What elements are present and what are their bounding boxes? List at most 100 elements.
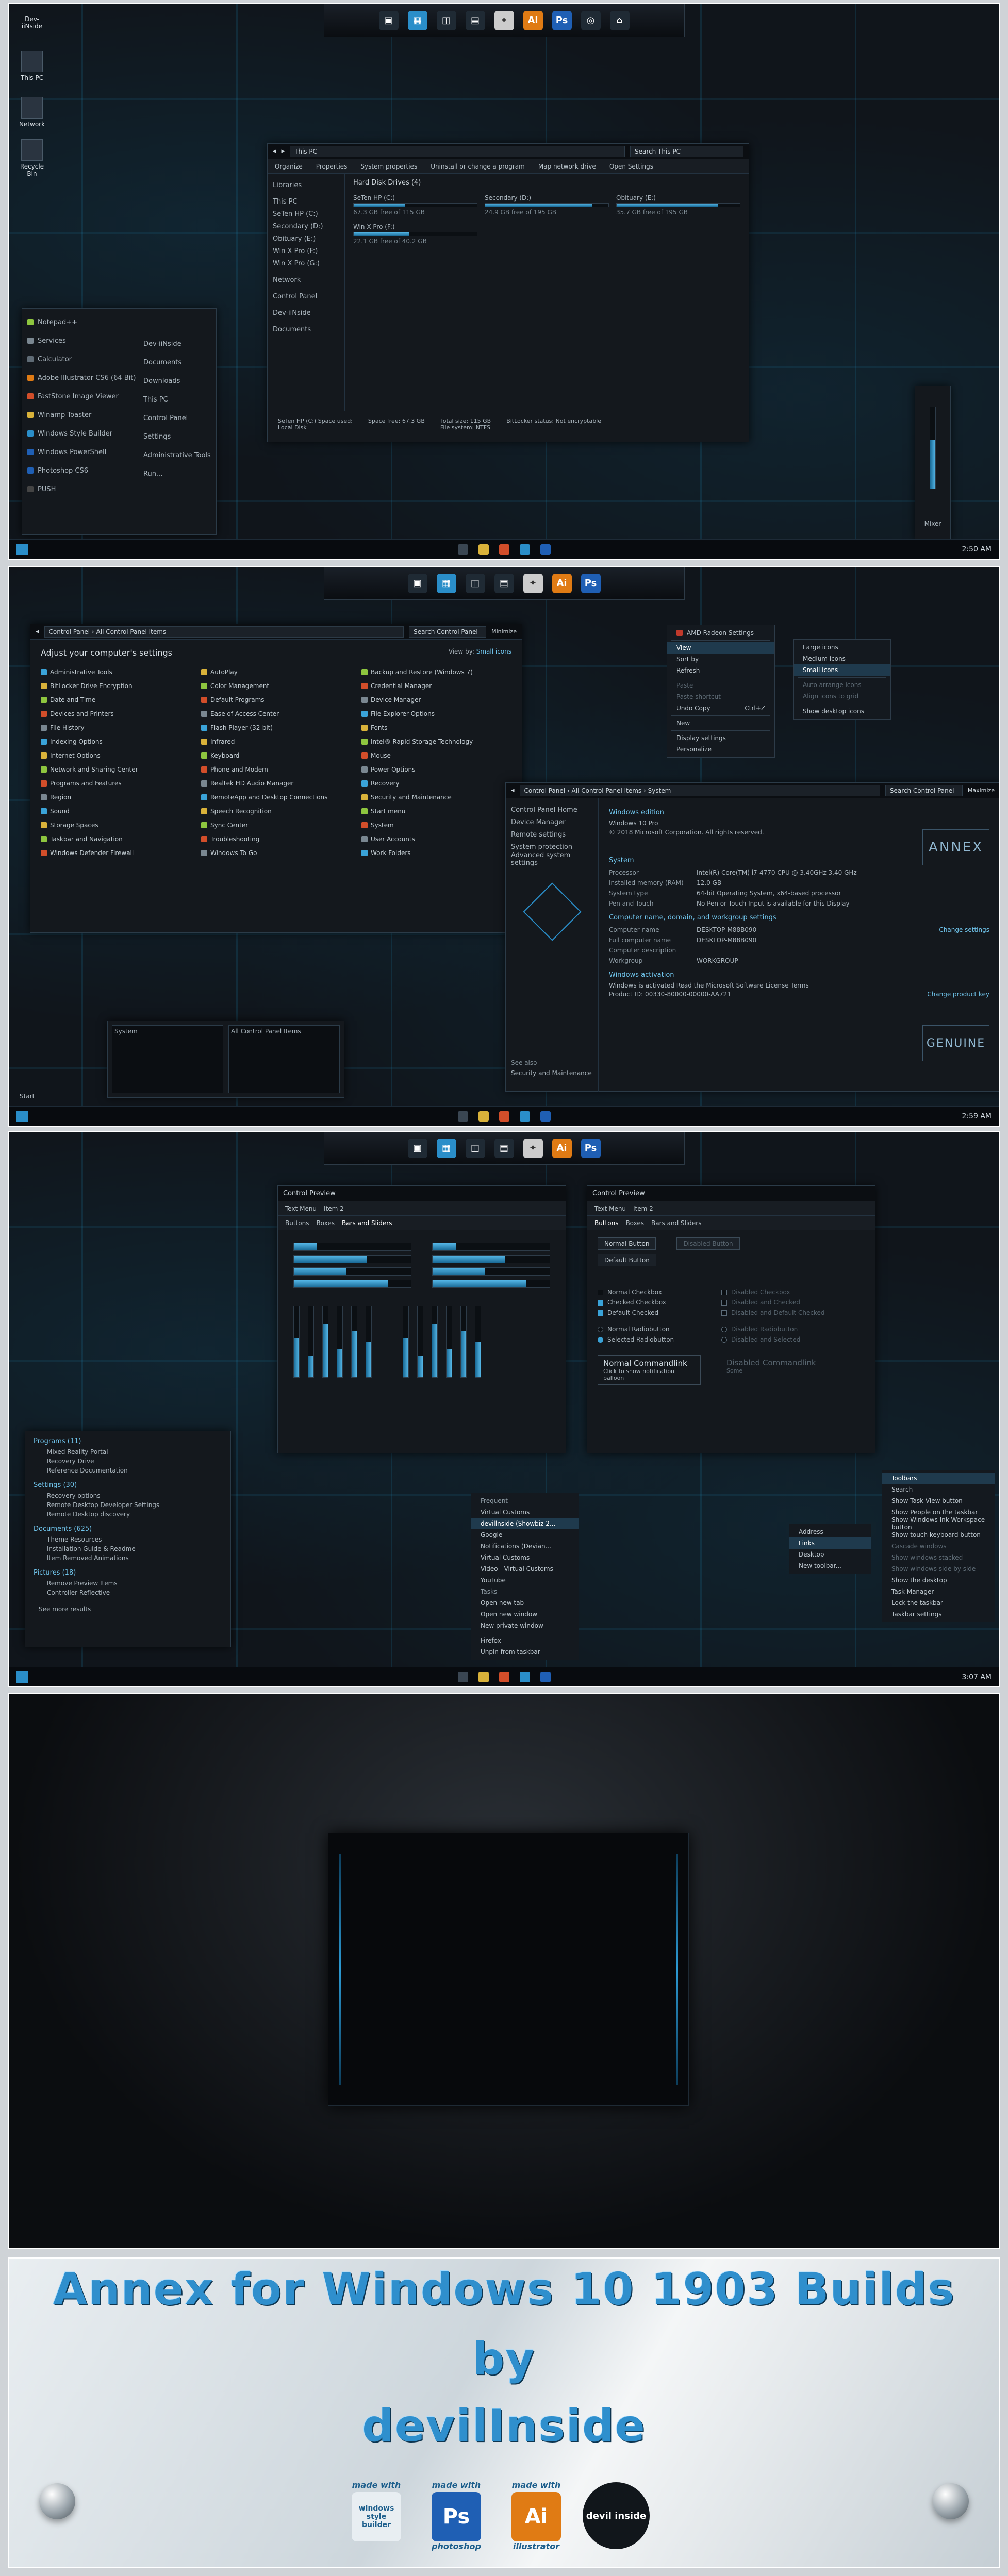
dock-icon-5[interactable]: ✦: [523, 573, 543, 593]
vertical-slider[interactable]: [308, 1306, 314, 1378]
taskbar-app[interactable]: [457, 1111, 468, 1122]
jumplist-item[interactable]: Virtual Customs: [471, 1552, 579, 1563]
menu-item-personalize[interactable]: Personalize: [667, 744, 774, 755]
nav-back-icon[interactable]: ◂: [273, 147, 276, 155]
submenu-item[interactable]: Align icons to grid: [794, 691, 890, 702]
taskbar-app[interactable]: [499, 544, 509, 555]
checkbox[interactable]: Normal Checkbox: [598, 1287, 701, 1297]
cp-item[interactable]: Infrared: [201, 735, 351, 747]
menu-item-paste[interactable]: Paste: [667, 680, 774, 691]
nav-item[interactable]: Dev-iiNside: [268, 307, 344, 319]
dock-icon-2[interactable]: ▦: [407, 10, 427, 30]
start-item[interactable]: Windows PowerShell: [22, 443, 138, 461]
jumplist-task[interactable]: Open new tab: [471, 1597, 579, 1609]
drive-tile[interactable]: Win X Pro (F:) 22.1 GB free of 40.2 GB: [353, 223, 477, 245]
cp-item[interactable]: AutoPlay: [201, 666, 351, 678]
nav-item[interactable]: Network: [268, 274, 344, 286]
vertical-slider[interactable]: [446, 1306, 452, 1378]
dock-icon-1[interactable]: ▣: [407, 1138, 427, 1158]
start-link[interactable]: Administrative Tools: [138, 446, 216, 464]
side-link[interactable]: Device Manager: [506, 816, 598, 828]
start-button[interactable]: [16, 1110, 28, 1122]
vertical-slider[interactable]: [475, 1306, 481, 1378]
cp-item[interactable]: Devices and Printers: [41, 708, 191, 720]
photoshop-icon[interactable]: Ps: [581, 573, 601, 593]
menu-item-display[interactable]: Display settings: [667, 732, 774, 744]
ribbon-map-drive[interactable]: Map network drive: [538, 163, 596, 170]
result-item[interactable]: Installation Guide & Readme: [34, 1545, 222, 1554]
submenu-item[interactable]: Small icons: [794, 664, 890, 676]
start-item[interactable]: Windows Style Builder: [22, 424, 138, 443]
vertical-slider[interactable]: [432, 1306, 438, 1378]
jumplist-item[interactable]: Video - Virtual Customs: [471, 1563, 579, 1575]
menu-item[interactable]: New toolbar...: [789, 1560, 871, 1571]
dock-icon-8[interactable]: ◎: [581, 10, 601, 30]
search-input[interactable]: Search This PC: [630, 145, 743, 157]
photoshop-icon[interactable]: Ps: [581, 1138, 601, 1158]
ribbon-open-settings[interactable]: Open Settings: [609, 163, 653, 170]
menu-item[interactable]: Taskbar settings: [882, 1609, 995, 1620]
cp-item[interactable]: Color Management: [201, 680, 351, 692]
jumplist-item[interactable]: Google: [471, 1529, 579, 1541]
nav-forward-icon[interactable]: ▸: [282, 147, 285, 155]
subtab[interactable]: Boxes: [316, 1219, 335, 1227]
result-item[interactable]: Theme Resources: [34, 1536, 222, 1545]
start-link[interactable]: Run...: [138, 464, 216, 483]
cp-item[interactable]: Intel® Rapid Storage Technology: [361, 735, 511, 747]
menu-item[interactable]: Desktop: [789, 1549, 871, 1560]
cp-item[interactable]: Mouse: [361, 749, 511, 761]
cp-item[interactable]: File Explorer Options: [361, 708, 511, 720]
start-link[interactable]: Documents: [138, 353, 216, 372]
dock-icon-3[interactable]: ◫: [465, 1138, 485, 1158]
vertical-slider[interactable]: [337, 1306, 343, 1378]
illustrator-icon[interactable]: Ai: [552, 573, 572, 593]
taskbar-app[interactable]: [478, 544, 489, 555]
dock-icon-4[interactable]: ▤: [465, 10, 485, 30]
cp-item[interactable]: Windows Defender Firewall: [41, 847, 191, 859]
drive-tile[interactable]: Obituary (E:) 35.7 GB free of 195 GB: [616, 194, 740, 216]
start-item[interactable]: Calculator: [22, 350, 138, 369]
ribbon-system-properties[interactable]: System properties: [360, 163, 417, 170]
jumplist-item[interactable]: Notifications (Devian...: [471, 1541, 579, 1552]
photoshop-icon[interactable]: Ps: [552, 10, 572, 30]
subtab[interactable]: Buttons: [594, 1219, 618, 1227]
dock-icon-1[interactable]: ▣: [407, 573, 427, 593]
cp-item[interactable]: Device Manager: [361, 694, 511, 706]
cp-item[interactable]: Default Programs: [201, 694, 351, 706]
taskbar-app[interactable]: [457, 1671, 468, 1682]
default-button[interactable]: Default Button: [598, 1254, 656, 1266]
vertical-slider[interactable]: [460, 1306, 467, 1378]
result-item[interactable]: Reference Documentation: [34, 1467, 222, 1476]
result-item[interactable]: Remove Preview Items: [34, 1580, 222, 1589]
dock-icon-4[interactable]: ▤: [494, 573, 514, 593]
cp-item[interactable]: User Accounts: [361, 833, 511, 845]
nav-item[interactable]: Documents: [268, 323, 344, 336]
menu-item[interactable]: Show touch keyboard button: [882, 1529, 995, 1541]
radio[interactable]: Selected Radiobutton: [598, 1334, 701, 1345]
jumplist-item[interactable]: YouTube: [471, 1575, 579, 1586]
dock-icon-9[interactable]: ⌂: [609, 10, 630, 30]
taskbar-app[interactable]: [519, 1111, 530, 1122]
cp-item[interactable]: Security and Maintenance: [361, 791, 511, 803]
desktop-icon-recycle-bin[interactable]: Recycle Bin: [16, 139, 47, 177]
menu-header[interactable]: AMD Radeon Settings: [667, 627, 774, 639]
taskbar-app[interactable]: [478, 1671, 489, 1682]
result-item[interactable]: Mixed Reality Portal: [34, 1448, 222, 1458]
vertical-slider[interactable]: [322, 1306, 328, 1378]
submenu-item[interactable]: Auto arrange icons: [794, 679, 890, 691]
nav-item[interactable]: This PC: [268, 195, 344, 208]
illustrator-icon[interactable]: Ai: [552, 1138, 572, 1158]
start-item[interactable]: Adobe Illustrator CS6 (64 Bit): [22, 369, 138, 387]
normal-button[interactable]: Normal Button: [598, 1237, 656, 1250]
jumplist-unpin[interactable]: Unpin from taskbar: [471, 1646, 579, 1658]
cp-item[interactable]: Taskbar and Navigation: [41, 833, 191, 845]
nav-back-icon[interactable]: ◂: [511, 787, 515, 794]
maximize-button[interactable]: Maximize: [968, 787, 995, 794]
menu-item[interactable]: Address: [789, 1526, 871, 1537]
search-input[interactable]: Search Control Panel: [885, 784, 963, 796]
menu-item[interactable]: Search: [882, 1484, 995, 1495]
cp-item[interactable]: Network and Sharing Center: [41, 763, 191, 775]
side-link[interactable]: Control Panel Home: [506, 804, 598, 816]
taskbar-app[interactable]: [519, 1671, 530, 1682]
start-link[interactable]: This PC: [138, 390, 216, 409]
